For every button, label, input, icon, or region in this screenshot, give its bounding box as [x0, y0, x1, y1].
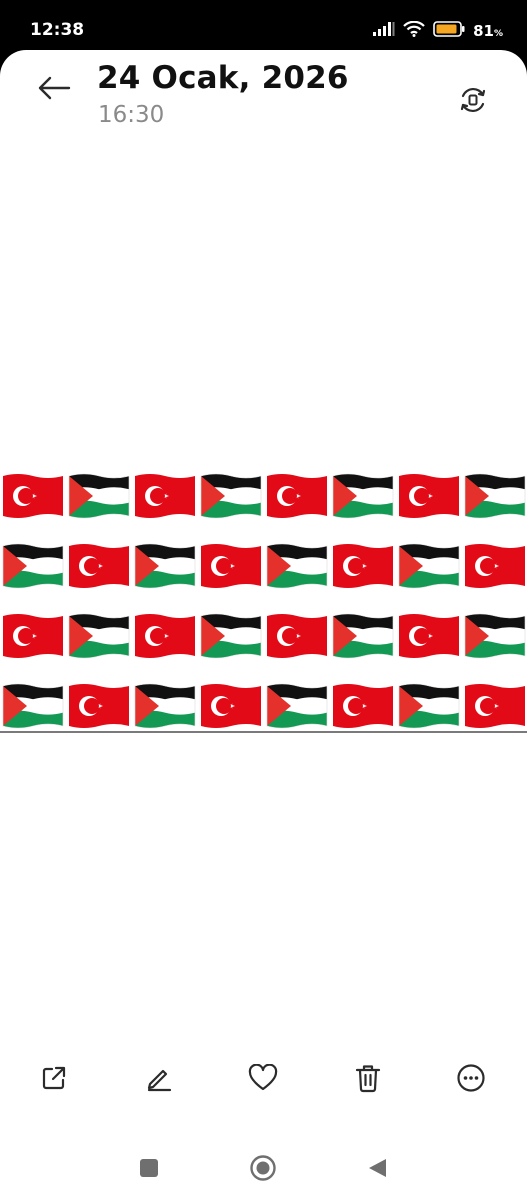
palestine-flag-icon [134, 543, 196, 589]
delete-button[interactable] [348, 1060, 388, 1100]
palestine-flag-icon [464, 473, 526, 519]
turkey-flag-icon [135, 614, 195, 658]
palestine-flag-icon [200, 473, 262, 519]
turkey-flag-icon [267, 474, 327, 518]
turkey-flag-icon [267, 614, 327, 658]
photo-image[interactable] [0, 463, 527, 733]
more-icon [456, 1063, 486, 1098]
turkey-flag-icon [3, 614, 63, 658]
palestine-flag-icon [68, 473, 130, 519]
palestine-flag-icon [332, 613, 394, 659]
turkey-flag-icon [399, 474, 459, 518]
edit-icon [145, 1064, 173, 1097]
share-icon [40, 1064, 68, 1097]
turkey-flag-icon [135, 474, 195, 518]
flag-row [0, 472, 527, 524]
status-bar: 12:38 81% [0, 0, 527, 56]
turkey-flag-icon [69, 684, 129, 728]
recents-icon [139, 1158, 159, 1183]
back-nav-button[interactable] [357, 1150, 397, 1190]
home-icon [249, 1154, 277, 1187]
recents-button[interactable] [129, 1150, 169, 1190]
flag-row [0, 542, 527, 594]
palestine-flag-icon [68, 613, 130, 659]
palestine-flag-icon [2, 683, 64, 729]
palestine-flag-icon [464, 613, 526, 659]
palestine-flag-icon [332, 473, 394, 519]
edit-button[interactable] [139, 1060, 179, 1100]
wifi-icon [403, 20, 425, 42]
battery-percent: 81% [473, 22, 503, 40]
back-icon [366, 1157, 388, 1184]
turkey-flag-icon [201, 544, 261, 588]
turkey-flag-icon [333, 684, 393, 728]
palestine-flag-icon [200, 613, 262, 659]
turkey-flag-icon [69, 544, 129, 588]
photo-date: 24 Ocak, 2026 [97, 60, 349, 96]
palestine-flag-icon [266, 543, 328, 589]
palestine-flag-icon [2, 543, 64, 589]
signal-icon [373, 21, 395, 41]
more-button[interactable] [451, 1060, 491, 1100]
palestine-flag-icon [398, 683, 460, 729]
flag-row [0, 682, 527, 734]
rotate-screen-icon [457, 84, 489, 121]
rotate-button[interactable] [455, 84, 491, 120]
turkey-flag-icon [3, 474, 63, 518]
favorite-button[interactable] [243, 1060, 283, 1100]
favorite-icon [248, 1063, 278, 1097]
turkey-flag-icon [333, 544, 393, 588]
palestine-flag-icon [134, 683, 196, 729]
delete-icon [354, 1063, 382, 1098]
palestine-flag-icon [398, 543, 460, 589]
photo-time: 16:30 [98, 102, 165, 128]
photo-toolbar [0, 1060, 527, 1100]
status-icons: 81% [373, 20, 503, 42]
status-time: 12:38 [30, 20, 85, 40]
system-navbar [0, 1150, 527, 1200]
flag-row [0, 612, 527, 664]
turkey-flag-icon [399, 614, 459, 658]
photo-viewer: 24 Ocak, 2026 16:30 [0, 50, 527, 1200]
back-button[interactable] [30, 72, 78, 108]
turkey-flag-icon [465, 544, 525, 588]
turkey-flag-icon [201, 684, 261, 728]
turkey-flag-icon [465, 684, 525, 728]
back-arrow-icon [37, 76, 71, 105]
home-button[interactable] [243, 1150, 283, 1190]
battery-icon [433, 20, 465, 42]
palestine-flag-icon [266, 683, 328, 729]
share-button[interactable] [34, 1060, 74, 1100]
